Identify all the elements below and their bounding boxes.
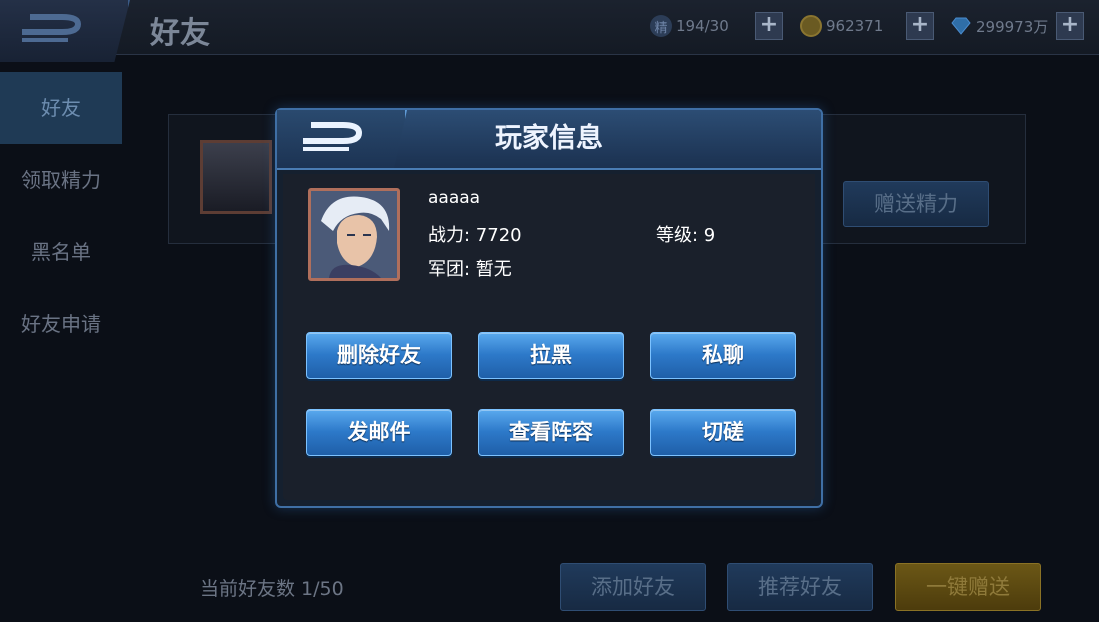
gold-value: 962371 [826,17,884,35]
view-lineup-button[interactable]: 查看阵容 [478,409,624,456]
stamina-value: 194/30 [676,17,729,35]
add-friend-button[interactable]: 添加好友 [560,563,706,611]
add-gold-button[interactable]: + [906,12,934,40]
gold-coin-icon [800,15,822,37]
player-level: 等级: 9 [656,225,716,246]
sidebar-item-claim-stamina[interactable]: 领取精力 [0,144,122,216]
spar-button[interactable]: 切磋 [650,409,796,456]
hero-portrait-icon [311,191,397,278]
sidebar-item-blacklist[interactable]: 黑名单 [0,216,122,288]
block-button[interactable]: 拉黑 [478,332,624,379]
dialog-title: 玩家信息 [495,123,603,154]
player-guild: 军团: 暂无 [428,259,512,280]
stamina-icon: 精 [650,15,672,37]
back-button[interactable] [0,0,130,62]
gift-stamina-button[interactable]: 赠送精力 [843,181,989,227]
diamond-icon [950,15,972,37]
sidebar-item-friend-requests[interactable]: 好友申请 [0,288,122,360]
friend-count: 当前好友数 1/50 [200,578,344,600]
private-chat-button[interactable]: 私聊 [650,332,796,379]
page-title: 好友 [150,16,210,51]
stamina-display: 精 194/30 [650,14,729,38]
sidebar-item-friends[interactable]: 好友 [0,72,122,144]
send-mail-button[interactable]: 发邮件 [306,409,452,456]
player-info-dialog: 玩家信息 aaaaa 战力: 7720 等级: 9 军团: 暂无 删除好友 拉黑… [275,108,823,508]
player-power: 战力: 7720 [428,225,522,246]
friend-avatar[interactable] [200,140,272,214]
delete-friend-button[interactable]: 删除好友 [306,332,452,379]
back-arrow-icon [22,14,82,42]
player-name: aaaaa [428,188,481,208]
diamond-display: 299973万 [950,14,1048,38]
recommend-friend-button[interactable]: 推荐好友 [727,563,873,611]
add-diamond-button[interactable]: + [1056,12,1084,40]
gold-display: 962371 [800,14,883,38]
gift-all-button[interactable]: 一键赠送 [895,563,1041,611]
player-avatar [308,188,400,281]
diamond-value: 299973万 [976,17,1049,36]
add-stamina-button[interactable]: + [755,12,783,40]
sidebar: 好友 领取精力 黑名单 好友申请 [0,72,122,372]
